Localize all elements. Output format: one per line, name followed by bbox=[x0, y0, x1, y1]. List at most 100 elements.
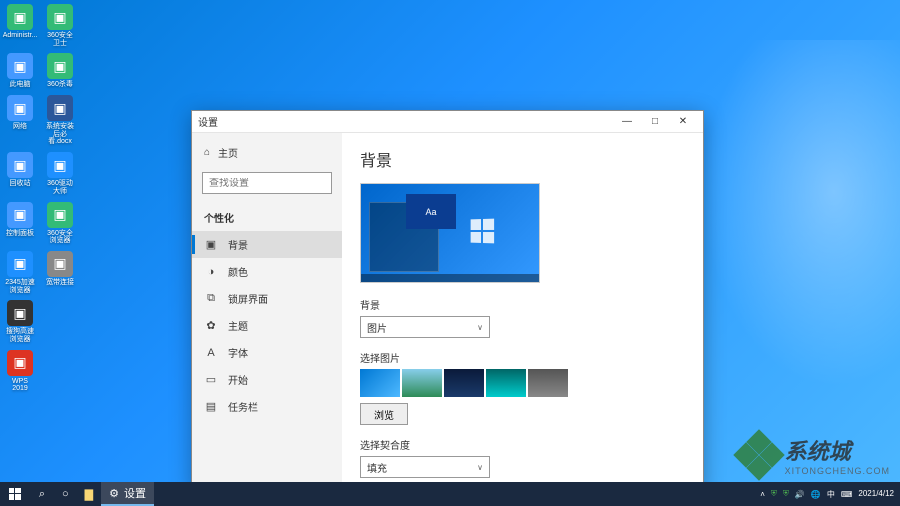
taskbar-clock[interactable]: 2021/4/12 bbox=[858, 490, 894, 499]
tray-network-icon[interactable]: 🌐 bbox=[811, 490, 821, 499]
fit-label: 选择契合度 bbox=[360, 437, 685, 452]
nav-item-4[interactable]: A字体 bbox=[192, 339, 342, 366]
nav-item-6[interactable]: ▤任务栏 bbox=[192, 393, 342, 420]
browse-button[interactable]: 浏览 bbox=[360, 403, 408, 425]
taskbar-search-button[interactable]: ⌕ bbox=[30, 482, 54, 506]
icon-label: 控制面板 bbox=[6, 230, 34, 238]
desktop-icons: ▣Administr...▣360安全卫士▣此电脑▣360杀毒▣网络▣系统安装后… bbox=[4, 4, 76, 393]
thumb-4[interactable] bbox=[486, 369, 526, 397]
desktop[interactable]: ▣Administr...▣360安全卫士▣此电脑▣360杀毒▣网络▣系统安装后… bbox=[0, 0, 900, 506]
wps-icon: ▣ bbox=[7, 350, 33, 376]
maximize-button[interactable]: □ bbox=[641, 112, 669, 132]
desktop-icon-network[interactable]: ▣网络 bbox=[4, 95, 36, 146]
thumb-1[interactable] bbox=[360, 369, 400, 397]
taskbar[interactable]: ⌕ ○ ▇ ⚙ 设置 ˄ ⛨ ⛨ 🔊 🌐 中 ⌨ 2021/4/12 bbox=[0, 482, 900, 506]
nav-item-3[interactable]: ✿ 主题 bbox=[192, 312, 342, 339]
nav-item-5[interactable]: ▭ 开始 bbox=[192, 366, 342, 393]
picture-thumbnails bbox=[360, 369, 685, 397]
thumb-3[interactable] bbox=[444, 369, 484, 397]
wallpaper-light bbox=[680, 40, 900, 420]
nav-label: 开始 bbox=[228, 372, 248, 387]
page-heading: 背景 bbox=[360, 147, 685, 171]
desktop-icon-recycle[interactable]: ▣回收站 bbox=[4, 152, 36, 195]
desktop-icon-admin[interactable]: ▣Administr... bbox=[4, 4, 36, 47]
search-icon: ⌕ bbox=[341, 177, 342, 190]
minimize-button[interactable]: — bbox=[613, 112, 641, 132]
home-link[interactable]: ⌂ 主页 bbox=[192, 141, 342, 164]
nav-icon: ▣ bbox=[204, 238, 218, 251]
icon-label: 2345加速浏览器 bbox=[4, 279, 36, 294]
titlebar[interactable]: 设置 — □ ✕ bbox=[192, 111, 703, 133]
window-title: 设置 bbox=[198, 114, 613, 129]
tray-volume-icon[interactable]: 🔊 bbox=[795, 490, 805, 499]
thispc-icon: ▣ bbox=[7, 53, 33, 79]
search-box[interactable]: ⌕ bbox=[202, 172, 332, 194]
icon-label: 网络 bbox=[13, 123, 27, 131]
desktop-icon-thispc[interactable]: ▣ 此电脑 bbox=[4, 53, 36, 89]
tray-keyboard-icon[interactable]: ⌨ bbox=[841, 490, 853, 499]
desktop-icon-docx[interactable]: ▣系统安装后必看.docx bbox=[44, 95, 76, 146]
nav-label: 锁屏界面 bbox=[228, 291, 268, 306]
settings-content: 背景 Aa 背景 图片 ∨ 选择图片 bbox=[342, 133, 703, 491]
taskbar-app-settings[interactable]: ⚙ 设置 bbox=[101, 482, 154, 506]
tray-shield2-icon[interactable]: ⛨ bbox=[783, 489, 789, 499]
settings-window: 设置 — □ ✕ ⌂ 主页 ⌕ 个性化 ▣ 背景 ◑颜色 ⧉ 锁屏界面 ✿ 主题 A字体 ▭ 开始… bbox=[191, 110, 704, 492]
thumb-5[interactable] bbox=[528, 369, 568, 397]
category-label: 个性化 bbox=[192, 202, 342, 229]
desktop-icon-360drv[interactable]: ▣ 360驱动大师 bbox=[44, 152, 76, 195]
nav-label: 主题 bbox=[228, 318, 248, 333]
background-type-select[interactable]: 图片 ∨ bbox=[360, 316, 490, 338]
search-input[interactable] bbox=[209, 178, 341, 189]
nav-label: 背景 bbox=[228, 237, 248, 252]
icon-label: 此电脑 bbox=[10, 81, 31, 89]
tray-ime-icon[interactable]: 中 bbox=[827, 489, 835, 500]
nav-item-0[interactable]: ▣ 背景 bbox=[192, 231, 342, 258]
desktop-icon-wps[interactable]: ▣WPS 2019 bbox=[4, 350, 36, 393]
dialup-icon: ▣ bbox=[47, 251, 73, 277]
desktop-icon-360safe[interactable]: ▣360安全卫士 bbox=[44, 4, 76, 47]
desktop-icon-2345[interactable]: ▣2345加速浏览器 bbox=[4, 251, 36, 294]
windows-logo-icon bbox=[471, 219, 494, 244]
close-button[interactable]: ✕ bbox=[669, 112, 697, 132]
desktop-icon-360br[interactable]: ▣360安全浏览器 bbox=[44, 202, 76, 245]
icon-label: Administr... bbox=[3, 32, 38, 40]
nav-icon: ⧉ bbox=[204, 292, 218, 305]
desktop-icon-dialup[interactable]: ▣ 宽带连接 bbox=[44, 251, 76, 294]
desktop-icon-sogou[interactable]: ▣搜狗高速浏览器 bbox=[4, 300, 36, 343]
nav-icon: ◑ bbox=[204, 266, 218, 278]
icon-label: 360驱动大师 bbox=[44, 180, 76, 195]
nav-icon: ▤ bbox=[204, 400, 218, 413]
icon-label: 360杀毒 bbox=[47, 81, 73, 89]
chevron-down-icon: ∨ bbox=[477, 463, 483, 472]
nav-item-1[interactable]: ◑颜色 bbox=[192, 258, 342, 285]
desktop-icon-ctrlpanel[interactable]: ▣控制面板 bbox=[4, 202, 36, 245]
tray-up-icon[interactable]: ˄ bbox=[760, 490, 765, 499]
icon-label: 宽带连接 bbox=[46, 279, 74, 287]
icon-label: 360安全卫士 bbox=[44, 32, 76, 47]
icon-label: 360安全浏览器 bbox=[44, 230, 76, 245]
thumb-2[interactable] bbox=[402, 369, 442, 397]
start-button[interactable] bbox=[0, 482, 30, 506]
nav-list: ▣ 背景 ◑颜色 ⧉ 锁屏界面 ✿ 主题 A字体 ▭ 开始 ▤任务栏 bbox=[192, 231, 342, 420]
nav-icon: ✿ bbox=[204, 319, 218, 332]
icon-label: 回收站 bbox=[10, 180, 31, 188]
icon-label: 搜狗高速浏览器 bbox=[4, 328, 36, 343]
gear-icon: ⚙ bbox=[109, 487, 119, 500]
tray-shield-icon[interactable]: ⛨ bbox=[771, 489, 777, 499]
home-icon: ⌂ bbox=[204, 147, 210, 158]
nav-item-2[interactable]: ⧉ 锁屏界面 bbox=[192, 285, 342, 312]
nav-icon: ▭ bbox=[204, 373, 218, 386]
watermark-logo-icon bbox=[739, 435, 779, 475]
desktop-icon-360av[interactable]: ▣ 360杀毒 bbox=[44, 53, 76, 89]
360drv-icon: ▣ bbox=[47, 152, 73, 178]
preview-taskbar bbox=[361, 274, 539, 282]
explorer-button[interactable]: ▇ bbox=[77, 482, 101, 506]
chevron-down-icon: ∨ bbox=[477, 323, 483, 332]
360av-icon: ▣ bbox=[47, 53, 73, 79]
fit-select[interactable]: 填充 ∨ bbox=[360, 456, 490, 478]
background-dropdown-label: 背景 bbox=[360, 297, 685, 312]
watermark-cn: 系统城 bbox=[785, 434, 890, 466]
cortana-button[interactable]: ○ bbox=[54, 482, 77, 506]
watermark-en: XITONGCHENG.COM bbox=[785, 466, 890, 476]
preview-sample-text: Aa bbox=[406, 194, 456, 229]
